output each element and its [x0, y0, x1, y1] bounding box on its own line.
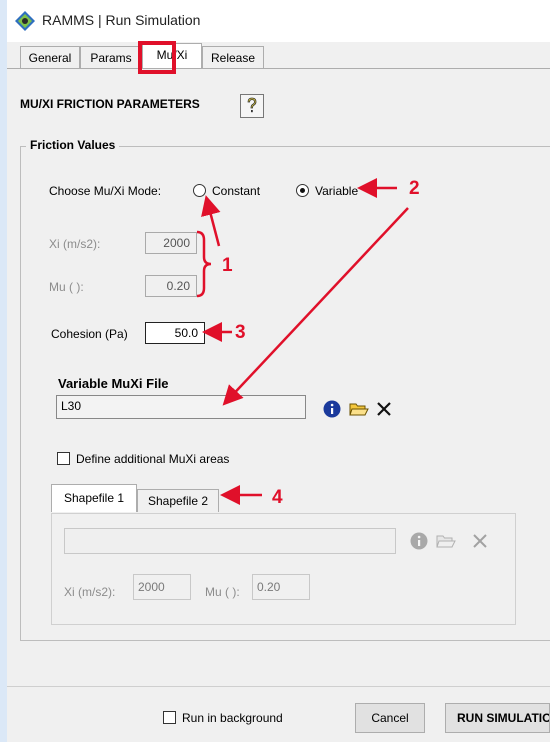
- annotation-arrows: [196, 178, 409, 505]
- annotation-2: 2: [409, 178, 420, 199]
- bracket-1: [196, 230, 212, 298]
- annotation-4: 4: [272, 487, 283, 508]
- arrow-2-file: [222, 207, 409, 406]
- annotation-1: 1: [222, 255, 233, 276]
- annotation-3: 3: [235, 322, 246, 343]
- arrow-1: [201, 195, 221, 247]
